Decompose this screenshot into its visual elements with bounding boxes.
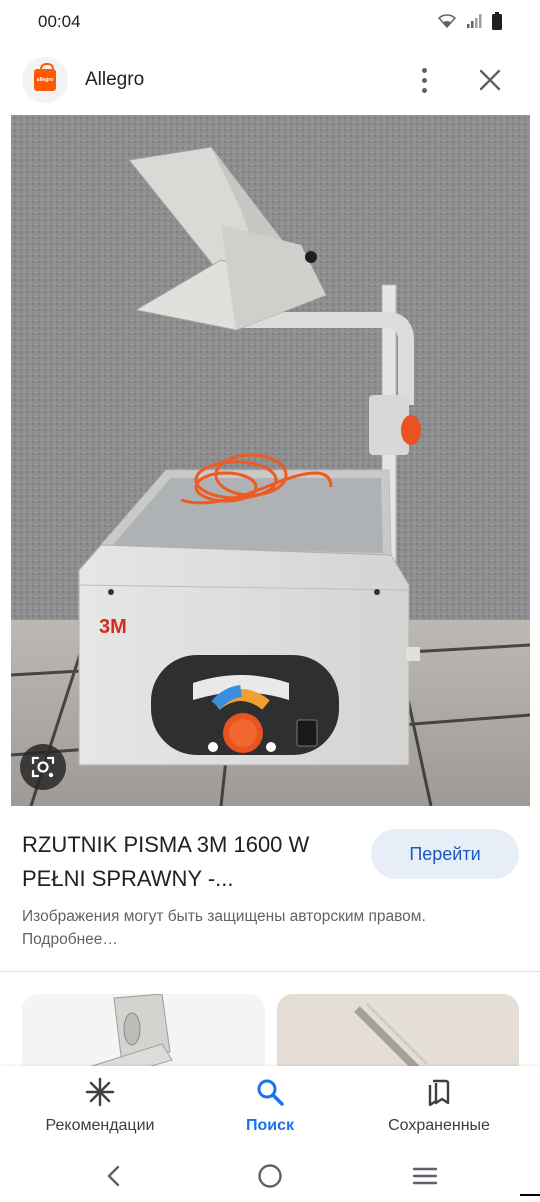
close-icon bbox=[479, 69, 501, 91]
search-icon bbox=[257, 1079, 284, 1106]
visit-button[interactable]: Перейти bbox=[371, 829, 519, 879]
asterisk-icon bbox=[85, 1077, 115, 1107]
divider bbox=[0, 971, 540, 972]
system-recents-button[interactable] bbox=[409, 1160, 441, 1192]
recents-menu-icon bbox=[412, 1167, 438, 1185]
allegro-logo-icon: allegro bbox=[34, 63, 56, 91]
close-button[interactable] bbox=[472, 62, 508, 98]
header: allegro Allegro bbox=[0, 50, 540, 110]
result-title[interactable]: RZUTNIK PISMA 3M 1600 W PEŁNI SPRAWNY -.… bbox=[22, 828, 362, 896]
site-favicon: allegro bbox=[22, 57, 68, 103]
back-chevron-icon bbox=[107, 1165, 120, 1187]
site-name: Allegro bbox=[85, 69, 145, 90]
status-bar: 00:04 bbox=[0, 0, 540, 44]
more-vert-icon bbox=[421, 67, 427, 73]
bottom-navigation: Рекомендации Поиск Сохраненные bbox=[0, 1066, 540, 1150]
wifi-icon bbox=[438, 14, 456, 29]
corner-mark bbox=[520, 1194, 540, 1196]
signal-icon bbox=[467, 14, 482, 28]
status-time: 00:04 bbox=[38, 12, 81, 31]
logo-text: allegro bbox=[36, 77, 54, 83]
main-image[interactable]: 3M bbox=[11, 115, 530, 806]
battery-icon bbox=[492, 12, 502, 30]
status-icons bbox=[438, 12, 502, 30]
overhead-projector-photo: 3M bbox=[11, 115, 530, 806]
nav-recommendations-label: Рекомендации bbox=[45, 1117, 155, 1134]
projector-brand-logo: 3M bbox=[99, 616, 127, 638]
system-navigation bbox=[0, 1150, 540, 1202]
system-back-button[interactable] bbox=[98, 1160, 130, 1192]
nav-search-label: Поиск bbox=[245, 1117, 294, 1134]
nav-search[interactable]: Поиск bbox=[230, 1076, 310, 1146]
google-lens-button[interactable] bbox=[20, 744, 66, 790]
home-circle-icon bbox=[258, 1164, 282, 1188]
nav-saved[interactable]: Сохраненные bbox=[380, 1076, 498, 1146]
system-home-button[interactable] bbox=[254, 1160, 286, 1192]
nav-saved-label: Сохраненные bbox=[388, 1117, 490, 1134]
lens-search-icon bbox=[31, 756, 55, 778]
nav-recommendations[interactable]: Рекомендации bbox=[40, 1076, 160, 1146]
bookmarks-icon bbox=[428, 1079, 450, 1107]
more-options-button[interactable] bbox=[408, 60, 440, 100]
copyright-notice[interactable]: Изображения могут быть защищены авторски… bbox=[22, 905, 442, 951]
